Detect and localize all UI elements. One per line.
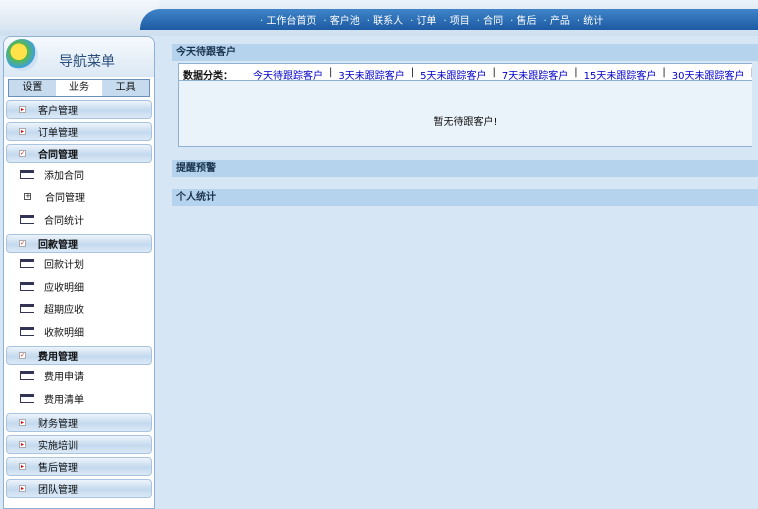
item-label: 费用清单	[44, 394, 84, 406]
sidebar-item[interactable]: + 合同管理	[4, 186, 154, 209]
section-label: 团队管理	[38, 484, 78, 496]
item-label: 合同统计	[44, 215, 84, 227]
section-label: 财务管理	[38, 418, 78, 430]
sidebar-section[interactable]: ▸ 实施培训	[6, 434, 152, 454]
folder-icon	[20, 169, 34, 179]
category-link[interactable]: 15天未跟踪客户	[584, 67, 657, 80]
item-label: 回款计划	[44, 260, 84, 272]
sidebar-section[interactable]: ✓ 合同管理	[6, 144, 152, 163]
separator: |	[410, 67, 415, 78]
item-label: 费用申请	[44, 372, 84, 384]
sidebar-section[interactable]: ▸ 客户管理	[6, 100, 152, 119]
collapsed-icon: ▸	[19, 484, 26, 492]
tab-business[interactable]: 业务	[55, 80, 103, 96]
folder-icon	[20, 326, 34, 336]
main-content: 今天待跟客户 数据分类： 今天待跟踪客户 | 3天未跟踪客户 | 5天未跟踪客户 | 7天未…	[172, 44, 758, 206]
sidebar-title: 导航菜单	[59, 54, 115, 70]
sidebar-item[interactable]: 费用清单	[4, 387, 154, 410]
section-label: 回款管理	[38, 239, 78, 251]
section-label: 售后管理	[38, 462, 78, 474]
today-followup-panel: 数据分类： 今天待跟踪客户 | 3天未跟踪客户 | 5天未跟踪客户 | 7天未跟踪客户 | 15…	[178, 63, 752, 147]
collapsed-icon: ▸	[19, 440, 26, 448]
category-link[interactable]: 7天未跟踪客户	[502, 67, 568, 80]
item-label: 应收明细	[44, 282, 84, 294]
collapsed-icon: ▸	[19, 418, 26, 426]
nav-item[interactable]: 客户池	[323, 12, 360, 27]
item-label: 添加合同	[44, 170, 84, 182]
nav-item[interactable]: 统计	[577, 12, 603, 27]
section-label: 订单管理	[38, 128, 78, 139]
separator: |	[492, 67, 496, 78]
category-link[interactable]: 5天未跟踪客户	[420, 67, 486, 80]
tab-settings[interactable]: 设置	[9, 80, 56, 96]
separator: |	[329, 67, 333, 78]
sidebar-section[interactable]: ▸ 售后管理	[6, 456, 152, 476]
alert-header[interactable]: 提醒预警	[172, 160, 758, 177]
sidebar-tabs: 设置 业务 工具	[8, 79, 150, 97]
separator: |	[662, 67, 666, 78]
stats-header[interactable]: 个人统计	[172, 189, 758, 206]
category-label: 数据分类：	[183, 71, 233, 81]
expanded-icon: ✓	[19, 239, 26, 247]
sidebar-header: 导航菜单	[4, 37, 154, 77]
category-link[interactable]: 30天未跟踪客户	[672, 67, 745, 80]
nav-item[interactable]: 订单	[410, 12, 436, 27]
nav-item[interactable]: 产品	[544, 12, 570, 27]
section-label: 费用管理	[38, 351, 78, 363]
folder-icon	[20, 281, 34, 291]
sidebar-item[interactable]: 费用申请	[4, 365, 154, 388]
folder-icon	[20, 304, 34, 314]
sidebar-section[interactable]: ▸ 团队管理	[6, 478, 152, 498]
separator: |	[574, 67, 578, 78]
section-label: 实施培训	[38, 440, 78, 452]
nav-item[interactable]: 联系人	[367, 12, 403, 27]
collapsed-icon: ▸	[19, 106, 26, 113]
sidebar-item[interactable]: 添加合同	[4, 163, 154, 186]
sidebar-item[interactable]: 超期应收	[4, 298, 154, 321]
tab-tools[interactable]: 工具	[102, 80, 150, 96]
today-followup-header: 今天待跟客户	[172, 44, 758, 61]
section-label: 客户管理	[38, 106, 78, 117]
nav-item[interactable]: 合同	[477, 12, 503, 27]
sidebar-item[interactable]: 回款计划	[4, 253, 154, 276]
folder-icon	[20, 259, 34, 269]
expanded-icon: ✓	[19, 351, 26, 359]
folder-icon	[20, 371, 34, 381]
collapsed-icon: ▸	[19, 128, 26, 135]
nav-item[interactable]: 工作台首页	[260, 12, 316, 27]
category-link[interactable]: 今天待跟踪客户	[253, 67, 323, 80]
folder-icon	[20, 214, 34, 224]
empty-message: 暂无待跟客户!	[433, 117, 498, 128]
sidebar-item[interactable]: 应收明细	[4, 275, 154, 298]
item-label: 超期应收	[44, 305, 84, 317]
separator: |	[750, 67, 752, 78]
nav-item[interactable]: 项目	[443, 12, 470, 27]
sidebar: 导航菜单 设置 业务 工具 ▸ 客户管理 ▸ 订单管理 ✓ 合同管理 添加合同 + 合同管理 合同…	[3, 36, 155, 509]
sidebar-item[interactable]: 合同统计	[4, 208, 154, 231]
sidebar-menu: ▸ 客户管理 ▸ 订单管理 ✓ 合同管理 添加合同 + 合同管理 合同统计 ✓ 回款管理 回款计划 应收明…	[4, 100, 154, 498]
logo-area	[0, 0, 160, 30]
sidebar-section[interactable]: ✓ 费用管理	[6, 345, 152, 365]
collapsed-icon: ▸	[19, 462, 26, 470]
category-bar: 数据分类： 今天待跟踪客户 | 3天未跟踪客户 | 5天未跟踪客户 | 7天未跟踪客户 | 15…	[179, 64, 752, 81]
section-label: 合同管理	[38, 150, 78, 161]
expanded-icon: ✓	[19, 150, 26, 157]
sidebar-item[interactable]: 收款明细	[4, 320, 154, 343]
top-nav: 工作台首页客户池联系人订单项目合同售后产品统计	[140, 9, 758, 30]
sidebar-section[interactable]: ▸ 订单管理	[6, 122, 152, 141]
folder-icon	[20, 393, 34, 403]
sidebar-section[interactable]: ▸ 财务管理	[6, 412, 152, 432]
sidebar-section[interactable]: ✓ 回款管理	[6, 233, 152, 253]
item-label: 收款明细	[44, 327, 84, 339]
cube-logo-icon	[6, 39, 38, 71]
nav-item[interactable]: 售后	[510, 12, 537, 27]
expand-plus-icon[interactable]: +	[24, 193, 31, 201]
item-label: 合同管理	[45, 193, 85, 205]
category-link[interactable]: 3天未跟踪客户	[338, 67, 404, 80]
